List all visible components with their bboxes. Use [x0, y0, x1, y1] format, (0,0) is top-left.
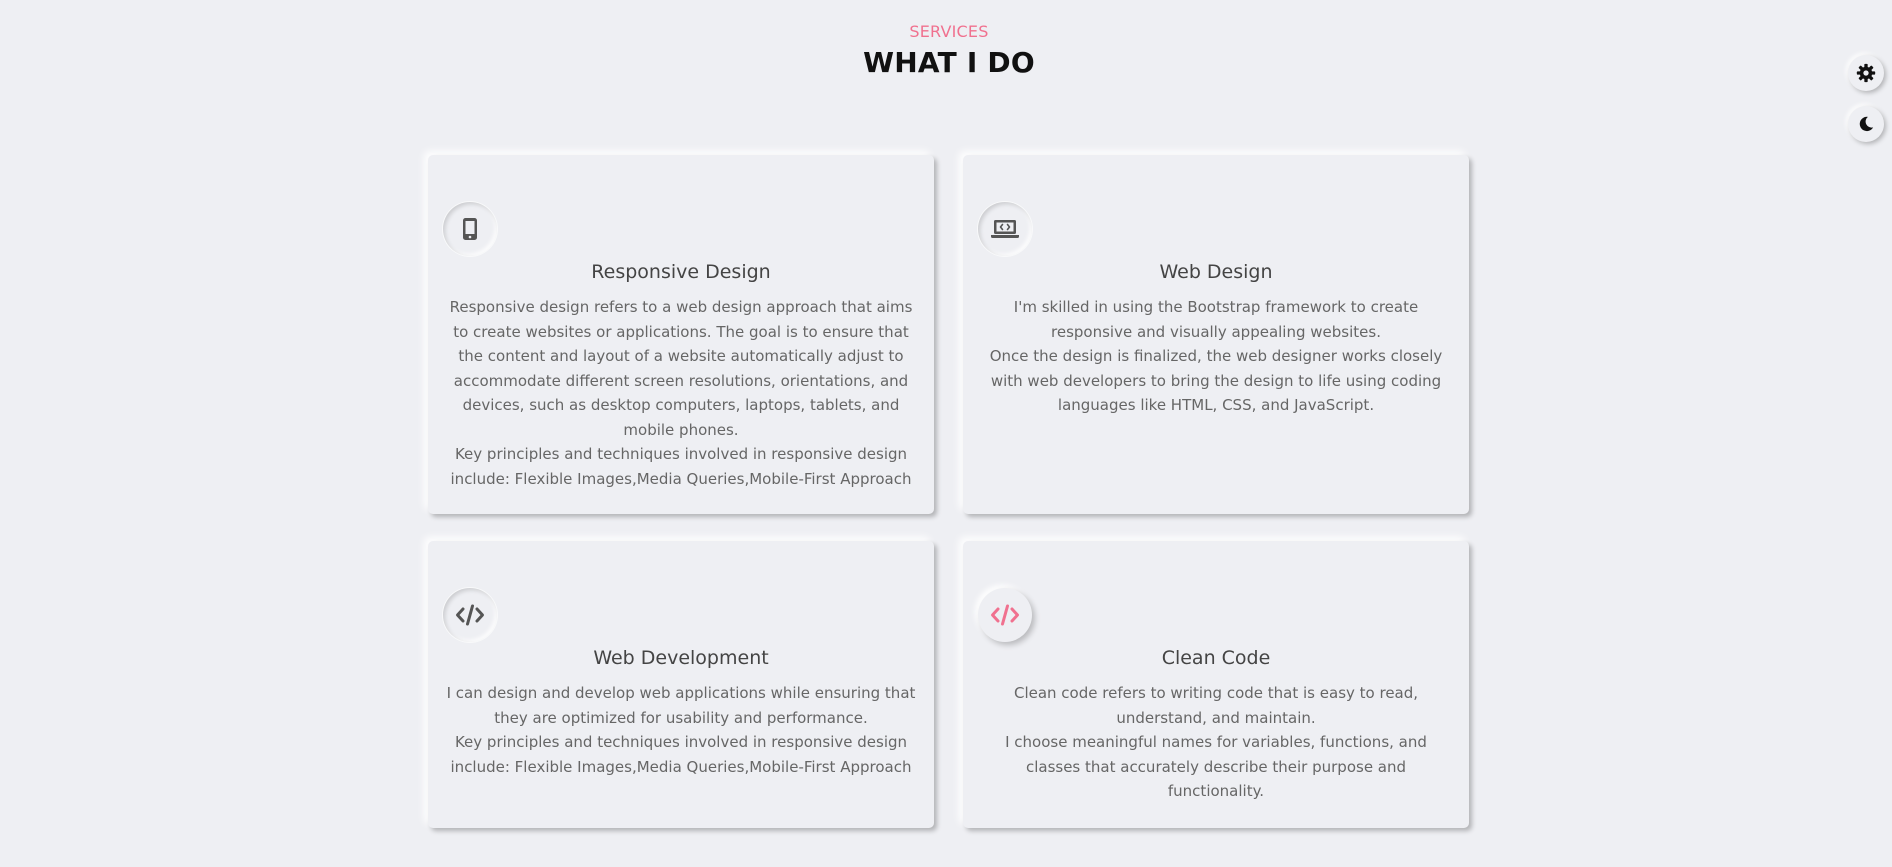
section-subtitle: SERVICES	[909, 22, 989, 41]
card-paragraph: I choose meaningful names for variables,…	[1005, 733, 1427, 800]
card-paragraph: Key principles and techniques involved i…	[450, 733, 912, 776]
service-card-web-development: Web Development I can design and develop…	[428, 541, 934, 828]
card-paragraph: Responsive design refers to a web design…	[449, 298, 913, 439]
service-card-web-design: Web Design I'm skilled in using the Boot…	[963, 155, 1469, 514]
card-paragraph: I'm skilled in using the Bootstrap frame…	[1013, 298, 1419, 341]
section-title: WHAT I DO	[863, 46, 1035, 79]
card-paragraph: Once the design is finalized, the web de…	[989, 347, 1443, 414]
card-description: I'm skilled in using the Bootstrap frame…	[977, 295, 1455, 418]
card-description: Responsive design refers to a web design…	[442, 295, 920, 491]
card-description: Clean code refers to writing code that i…	[977, 681, 1455, 804]
service-card-responsive-design: Responsive Design Responsive design refe…	[428, 155, 934, 514]
mobile-icon	[443, 202, 497, 256]
card-title: Web Development	[593, 647, 769, 669]
code-icon	[978, 588, 1032, 642]
service-card-clean-code: Clean Code Clean code refers to writing …	[963, 541, 1469, 828]
card-title: Web Design	[1159, 261, 1273, 283]
card-description: I can design and develop web application…	[442, 681, 920, 779]
moon-icon	[1859, 116, 1874, 132]
card-title: Responsive Design	[591, 261, 771, 283]
code-icon	[443, 588, 497, 642]
card-paragraph: Clean code refers to writing code that i…	[1013, 684, 1419, 727]
gear-icon	[1856, 63, 1876, 83]
settings-button[interactable]	[1848, 55, 1884, 91]
theme-toggle-button[interactable]	[1848, 106, 1884, 142]
laptop-code-icon	[978, 202, 1032, 256]
services-section: SERVICES WHAT I DO Responsive Design Res…	[0, 0, 1892, 867]
card-title: Clean Code	[1161, 647, 1271, 669]
card-paragraph: I can design and develop web application…	[446, 684, 916, 727]
card-paragraph: Key principles and techniques involved i…	[450, 445, 912, 488]
